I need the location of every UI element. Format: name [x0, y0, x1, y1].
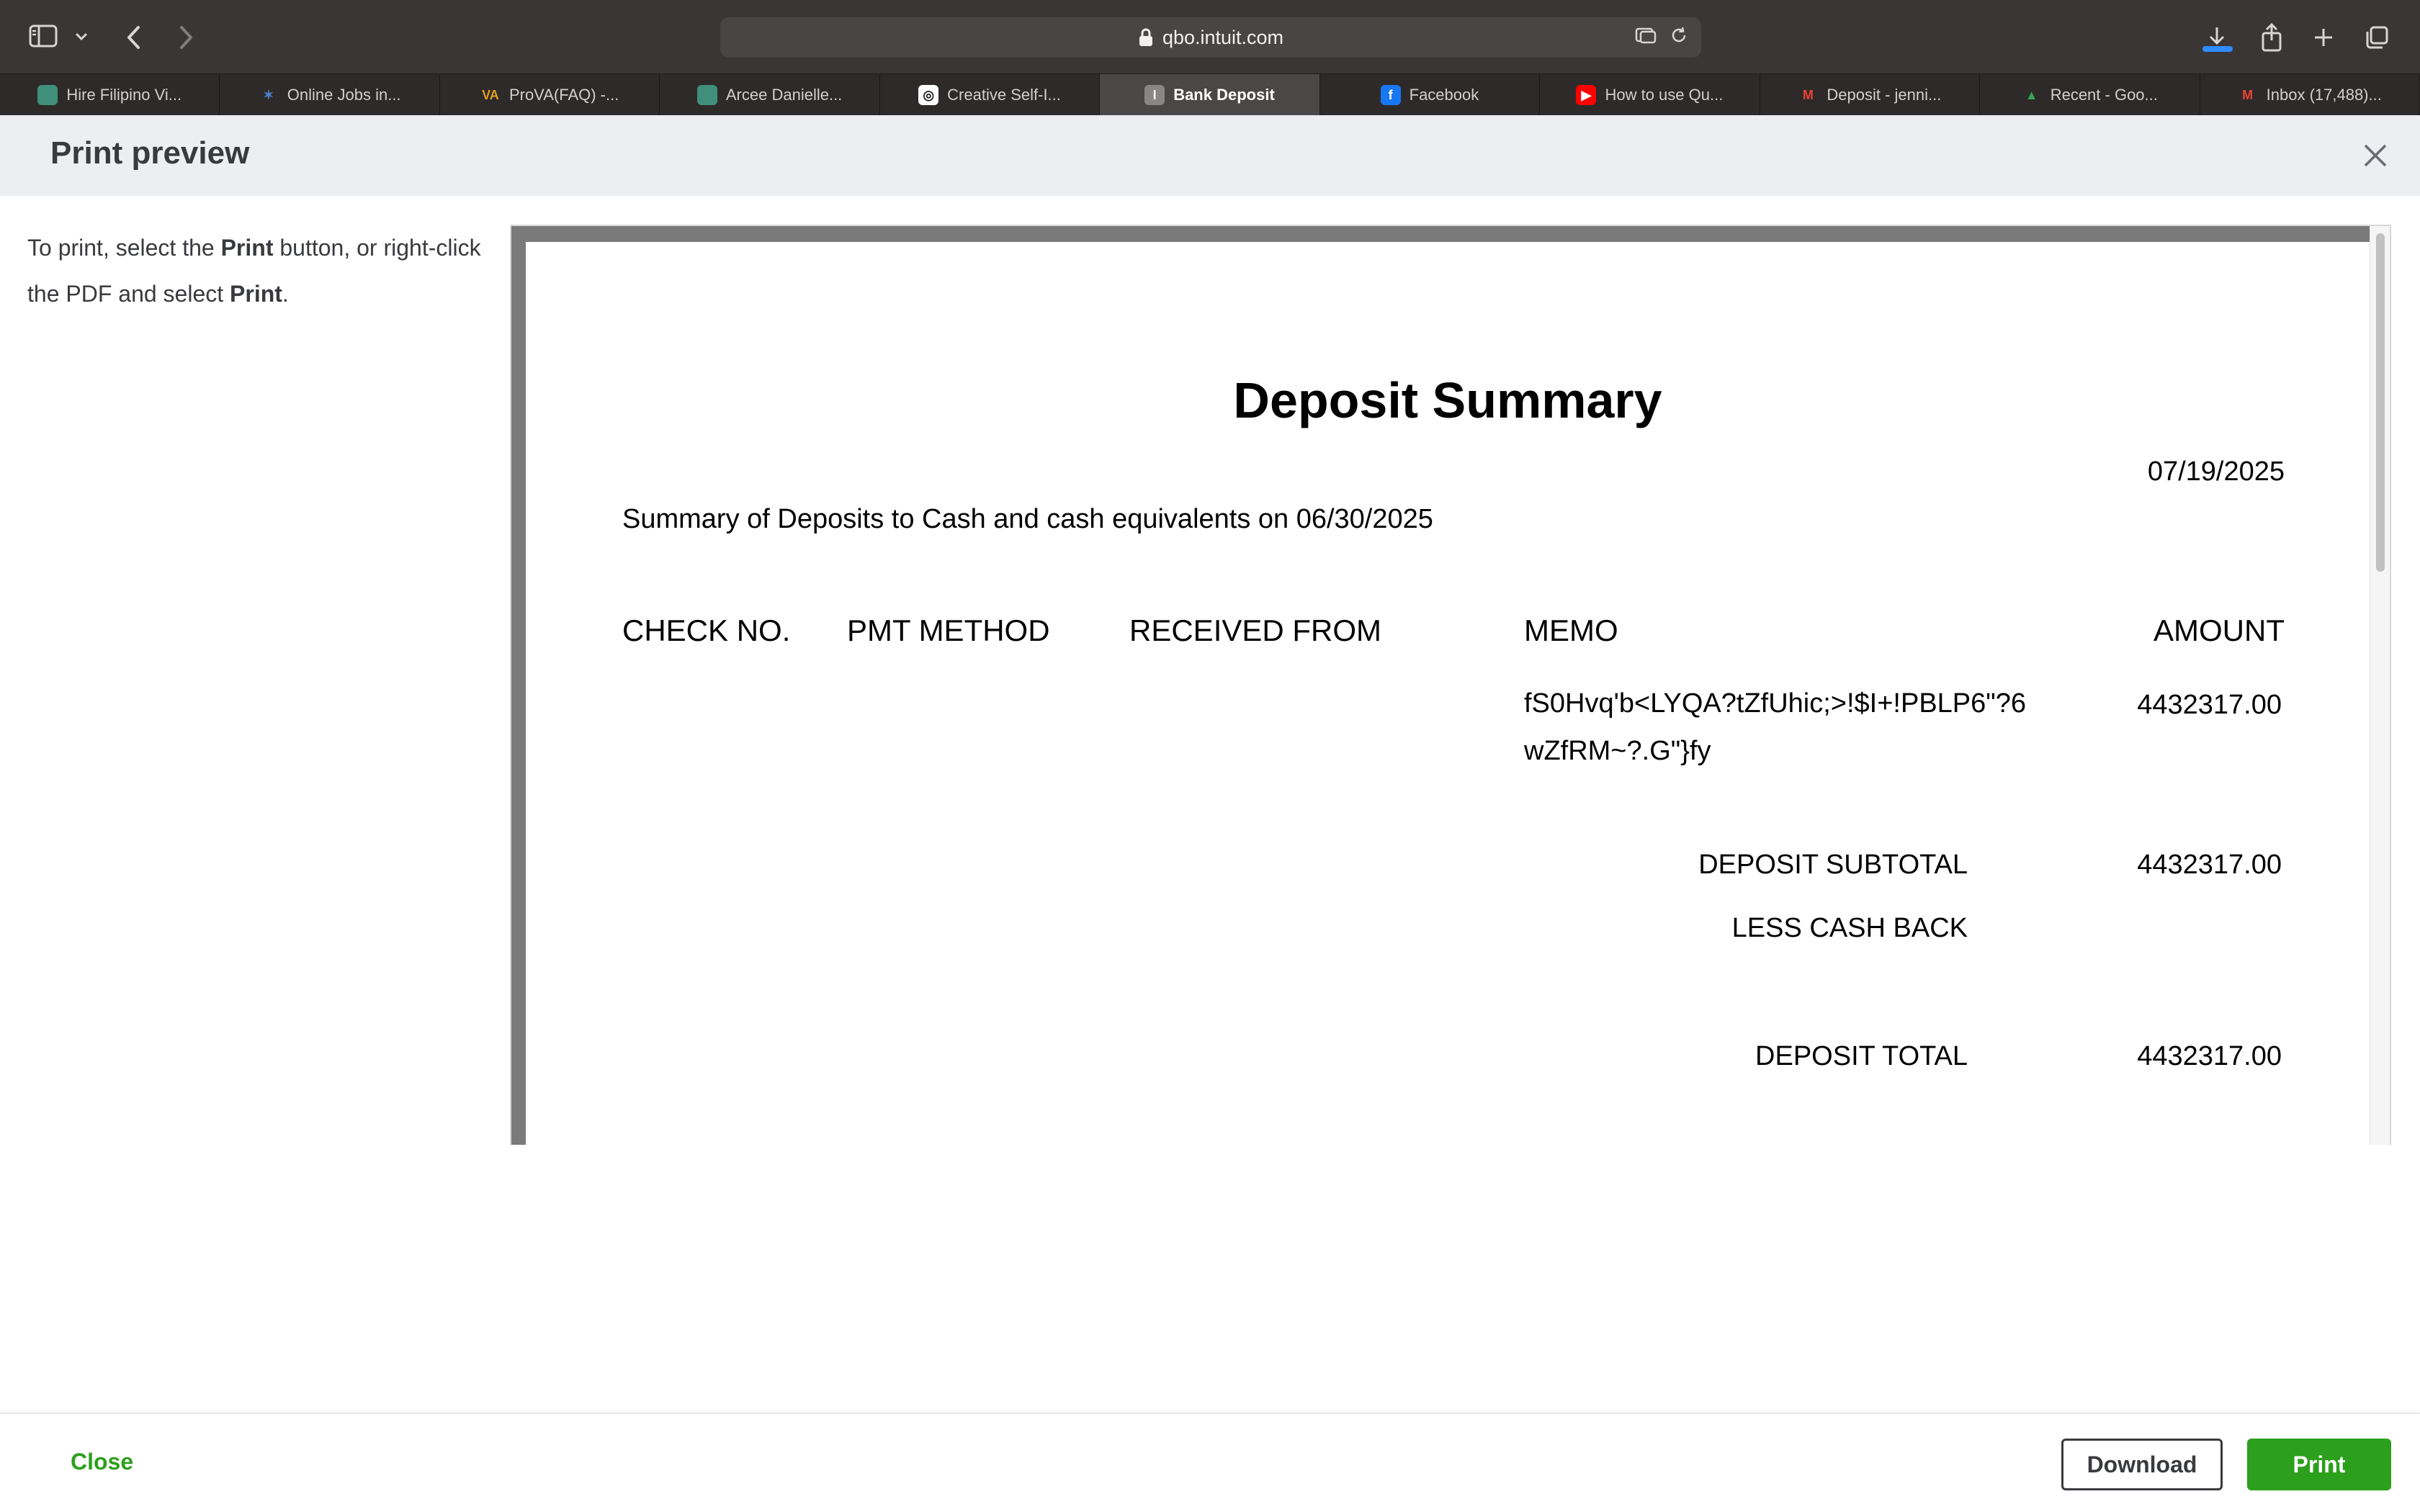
browser-tab-label: Facebook — [1409, 86, 1479, 104]
lock-icon — [1139, 28, 1152, 46]
browser-tab[interactable]: M Inbox (17,488)... — [2200, 74, 2420, 116]
gmail-icon: M — [1802, 87, 1814, 102]
browser-tab[interactable]: ✶ Online Jobs in... — [220, 74, 440, 116]
browser-tab[interactable]: Hire Filipino Vi... — [0, 74, 220, 116]
runner-icon: ✶ — [263, 87, 274, 102]
modal-footer: Close Download Print — [0, 1413, 2420, 1512]
browser-tab[interactable]: ◎ Creative Self-I... — [880, 74, 1101, 116]
photo-icon — [696, 85, 717, 105]
download-progress-bar — [2202, 46, 2233, 52]
download-button[interactable]: Download — [2061, 1439, 2223, 1490]
column-header-check-no: CHECK NO. — [622, 613, 791, 647]
pdf-scrollbar[interactable] — [2370, 226, 2390, 1145]
drive-icon: ▲ — [2025, 87, 2038, 102]
browser-tab[interactable]: f Facebook — [1320, 74, 1541, 116]
less-cash-back-label: LESS CASH BACK — [1731, 913, 1968, 943]
deposit-subtotal-label: DEPOSIT SUBTOTAL — [1698, 850, 1968, 880]
circle-logo-icon: ◎ — [918, 85, 939, 105]
browser-tab-label: Hire Filipino Vi... — [66, 86, 182, 104]
browser-tab[interactable]: ▲ Recent - Goo... — [1980, 74, 2200, 116]
column-header-amount: AMOUNT — [2154, 613, 2285, 647]
browser-tab-label: ProVA(FAQ) -... — [508, 86, 619, 104]
browser-tab-label: Creative Self-I... — [947, 86, 1061, 104]
va-logo-icon: VA — [482, 87, 499, 102]
pdf-viewer[interactable]: Deposit Summary 07/19/2025 Summary of De… — [510, 225, 2391, 1145]
browser-tab-label: Bank Deposit — [1173, 86, 1275, 104]
browser-tab-label: Recent - Goo... — [2050, 86, 2158, 104]
instructions-text: To print, select the — [27, 235, 221, 261]
back-icon[interactable] — [118, 22, 150, 53]
reader-icon[interactable] — [1635, 26, 1657, 45]
pdf-page-frame: Deposit Summary 07/19/2025 Summary of De… — [511, 226, 2370, 1145]
browser-tab-label: How to use Qu... — [1605, 86, 1724, 104]
print-preview-header: Print preview — [0, 115, 2420, 196]
browser-tab[interactable]: M Deposit - jenni... — [1760, 74, 1981, 116]
print-button[interactable]: Print — [2247, 1439, 2391, 1490]
sidebar-toggle-icon[interactable] — [26, 22, 60, 50]
deposit-total-amount: 4432317.00 — [2137, 1041, 2282, 1071]
share-icon[interactable] — [2254, 20, 2289, 55]
document-title: Deposit Summary — [1233, 372, 1662, 428]
page-title: Print preview — [50, 135, 250, 171]
close-button[interactable]: Close — [71, 1449, 133, 1475]
plus-icon[interactable] — [2306, 20, 2341, 55]
line-amount: 4432317.00 — [2137, 690, 2282, 720]
tab-overview-icon[interactable] — [2360, 20, 2394, 55]
photo-icon — [37, 85, 58, 105]
line-memo: fS0Hvq'b<LYQA?tZfUhic;>!$I+!PBLP6"?6wZfR… — [1524, 688, 2027, 766]
browser-tab[interactable]: I Bank Deposit — [1100, 74, 1320, 116]
browser-toolbar: qbo.intuit.com — [0, 0, 2420, 73]
browser-tab-label: Online Jobs in... — [287, 86, 401, 104]
document-summary: Summary of Deposits to Cash and cash equ… — [622, 504, 1433, 534]
close-icon[interactable] — [2360, 140, 2391, 171]
column-header-memo: MEMO — [1524, 613, 1618, 647]
print-instructions: To print, select the Print button, or ri… — [27, 225, 510, 317]
address-bar[interactable]: qbo.intuit.com — [720, 17, 1701, 58]
scrollbar-thumb[interactable] — [2376, 233, 2385, 572]
instructions-text: . — [282, 281, 289, 307]
browser-tab[interactable]: VA ProVA(FAQ) -... — [440, 74, 660, 116]
youtube-icon: ▶ — [1576, 85, 1597, 105]
forward-icon[interactable] — [170, 22, 202, 53]
browser-tab-label: Arcee Danielle... — [725, 86, 843, 104]
instructions-print-bold: Print — [230, 281, 282, 307]
browser-tab[interactable]: Arcee Danielle... — [660, 74, 880, 116]
instructions-print-bold: Print — [220, 235, 274, 261]
browser-tab-label: Inbox (17,488)... — [2266, 86, 2382, 104]
intuit-icon: I — [1144, 85, 1165, 105]
deposit-total-label: DEPOSIT TOTAL — [1755, 1041, 1968, 1071]
gmail-icon: M — [2242, 87, 2254, 102]
document-date: 07/19/2025 — [2147, 456, 2285, 487]
deposit-subtotal-amount: 4432317.00 — [2137, 850, 2282, 880]
address-url: qbo.intuit.com — [1162, 26, 1284, 48]
browser-tab[interactable]: ▶ How to use Qu... — [1540, 74, 1760, 116]
browser-tab-label: Deposit - jenni... — [1827, 86, 1942, 104]
reload-icon[interactable] — [1670, 26, 1688, 45]
tab-bar: Hire Filipino Vi... ✶ Online Jobs in... VA P… — [0, 73, 2420, 116]
column-header-received-from: RECEIVED FROM — [1129, 613, 1382, 647]
pdf-page: Deposit Summary 07/19/2025 Summary of De… — [526, 242, 2370, 1145]
column-header-pmt-method: PMT METHOD — [847, 613, 1050, 647]
facebook-icon: f — [1380, 85, 1401, 105]
chevron-down-icon[interactable] — [69, 24, 94, 49]
